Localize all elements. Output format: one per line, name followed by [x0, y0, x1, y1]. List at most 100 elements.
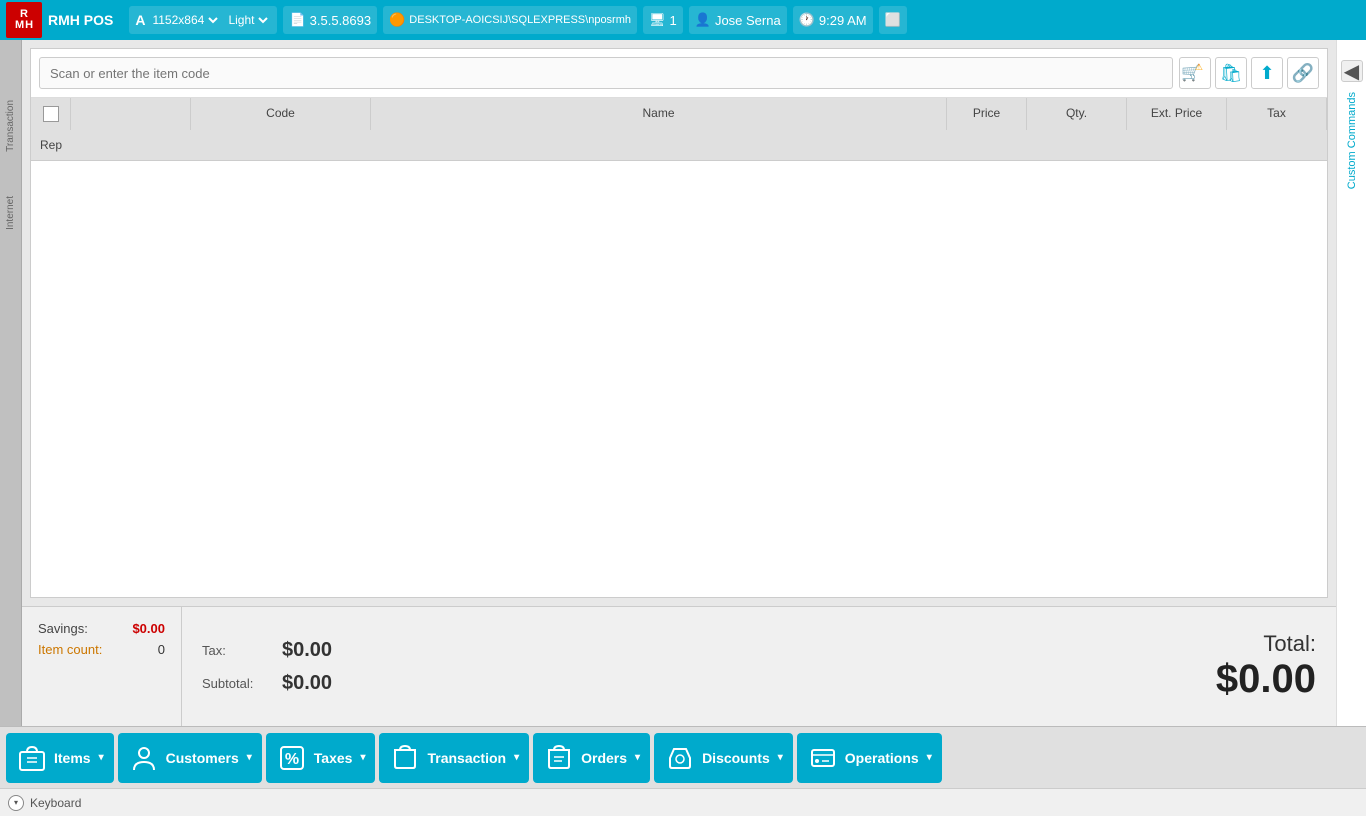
- resize-box[interactable]: ⬜: [879, 6, 907, 34]
- internet-tab-label[interactable]: Internet: [5, 196, 16, 230]
- items-button[interactable]: Items ▾: [6, 733, 114, 783]
- subtotal-label: Subtotal:: [202, 676, 272, 691]
- customers-label: Customers: [166, 750, 239, 766]
- taxes-icon: %: [276, 742, 308, 774]
- time-label: 9:29 AM: [819, 13, 867, 28]
- th-price: Price: [947, 98, 1027, 130]
- th-checkbox-col: [31, 98, 71, 130]
- summary-bar: Savings: $0.00 Item count: 0 Tax: $0.00 …: [22, 606, 1336, 726]
- taxes-button[interactable]: % Taxes ▾: [266, 733, 376, 783]
- select-all-checkbox[interactable]: [43, 106, 59, 122]
- operations-button[interactable]: Operations ▾: [797, 733, 942, 783]
- user-name: Jose Serna: [715, 13, 781, 28]
- left-arrow-icon: ◀: [1344, 59, 1359, 84]
- customers-button[interactable]: Customers ▾: [118, 733, 262, 783]
- monitor-box: 🖥 1: [643, 6, 683, 34]
- taxes-label: Taxes: [314, 750, 353, 766]
- th-name: Name: [371, 98, 947, 130]
- left-sidebar: Transaction Internet: [0, 40, 22, 726]
- user-icon: 👤: [695, 12, 711, 28]
- tax-value: $0.00: [282, 639, 332, 662]
- resolution-select[interactable]: 1152x8641280x7681366x768: [148, 12, 221, 28]
- savings-label: Savings:: [38, 621, 88, 636]
- transaction-area: 🛒 ⚠ 🛍 ⬆ 🔗: [30, 48, 1328, 598]
- cart-alert-button[interactable]: 🛒 ⚠: [1179, 57, 1211, 89]
- subtotal-value: $0.00: [282, 672, 332, 695]
- version-label: 3.5.5.8693: [310, 13, 371, 28]
- th-rep: Rep: [31, 130, 71, 160]
- item-code-input[interactable]: [39, 57, 1173, 89]
- totals-section: Tax: $0.00 Subtotal: $0.00 Total: $0.00: [182, 607, 1336, 726]
- app-logo: R MH: [6, 2, 42, 38]
- transaction-icon: [389, 742, 421, 774]
- custom-commands-label[interactable]: Custom Commands: [1346, 92, 1358, 189]
- total-value: $0.00: [1216, 657, 1316, 702]
- collapse-right-button[interactable]: ◀: [1341, 60, 1363, 82]
- orders-arrow: ▾: [635, 752, 640, 763]
- font-icon: A: [135, 12, 145, 28]
- topbar: R MH RMH POS A 1152x8641280x7681366x768 …: [0, 0, 1366, 40]
- th-qty: Qty.: [1027, 98, 1127, 130]
- resize-icon: ⬜: [885, 12, 901, 28]
- keyboard-toggle[interactable]: ▾: [8, 795, 24, 811]
- theme-select[interactable]: LightDark: [224, 12, 271, 28]
- monitor-count: 1: [670, 13, 677, 28]
- items-icon: [16, 742, 48, 774]
- main-layout: Transaction Internet 🛒 ⚠ 🛍 ⬆: [0, 40, 1366, 726]
- items-label: Items: [54, 750, 91, 766]
- table-body: [31, 161, 1327, 461]
- orders-button[interactable]: Orders ▾: [533, 733, 650, 783]
- svg-text:%: %: [285, 751, 299, 768]
- bottom-nav: Items ▾ Customers ▾ % Taxes ▾: [0, 726, 1366, 788]
- transaction-button[interactable]: Transaction ▾: [379, 733, 529, 783]
- monitor-icon: 🖥: [649, 12, 666, 28]
- version-icon: 📄: [289, 12, 305, 28]
- operations-arrow: ▾: [927, 752, 932, 763]
- discounts-button[interactable]: Discounts ▾: [654, 733, 793, 783]
- item-count-value: 0: [158, 642, 165, 657]
- item-count-row: Item count: 0: [38, 642, 165, 657]
- db-box: 🟠 DESKTOP-AOICSIJ\SQLEXPRESS\nposrmh: [383, 6, 637, 34]
- toolbar-icons: 🛒 ⚠ 🛍 ⬆ 🔗: [1179, 57, 1319, 89]
- search-bar: 🛒 ⚠ 🛍 ⬆ 🔗: [31, 49, 1327, 98]
- db-icon: 🟠: [389, 12, 405, 28]
- link-button[interactable]: 🔗: [1287, 57, 1319, 89]
- customers-arrow: ▾: [247, 752, 252, 763]
- upload-button[interactable]: ⬆: [1251, 57, 1283, 89]
- version-box: 📄 3.5.5.8693: [283, 6, 377, 34]
- discounts-icon: [664, 742, 696, 774]
- user-box: 👤 Jose Serna: [689, 6, 787, 34]
- transaction-tab-label[interactable]: Transaction: [5, 100, 16, 152]
- transaction-arrow: ▾: [514, 752, 519, 763]
- items-table: Code Name Price Qty. Ext. Price Tax Rep: [31, 98, 1327, 597]
- keyboard-bar: ▾ Keyboard: [0, 788, 1366, 816]
- subtotal-row: Subtotal: $0.00: [202, 672, 1096, 695]
- orders-icon: [543, 742, 575, 774]
- th-ext-price: Ext. Price: [1127, 98, 1227, 130]
- operations-label: Operations: [845, 750, 919, 766]
- orders-label: Orders: [581, 750, 627, 766]
- keyboard-label: Keyboard: [30, 796, 81, 810]
- discounts-arrow: ▾: [778, 752, 783, 763]
- item-count-label: Item count:: [38, 642, 102, 657]
- items-arrow: ▾: [99, 752, 104, 763]
- savings-row: Savings: $0.00: [38, 621, 165, 636]
- discounts-label: Discounts: [702, 750, 770, 766]
- taxes-arrow: ▾: [360, 752, 365, 763]
- tax-label: Tax:: [202, 643, 272, 658]
- table-header: Code Name Price Qty. Ext. Price Tax Rep: [31, 98, 1327, 161]
- clock-icon: 🕐: [799, 12, 815, 28]
- app-title: RMH POS: [48, 12, 113, 28]
- main-content: 🛒 ⚠ 🛍 ⬆ 🔗: [22, 40, 1336, 726]
- savings-value: $0.00: [132, 621, 165, 636]
- transaction-label: Transaction: [427, 750, 506, 766]
- operations-icon: [807, 742, 839, 774]
- logo-mh: MH: [15, 20, 33, 31]
- th-tax: Tax: [1227, 98, 1327, 130]
- total-label: Total:: [1263, 631, 1316, 657]
- font-selector[interactable]: A 1152x8641280x7681366x768 LightDark: [129, 6, 277, 34]
- savings-section: Savings: $0.00 Item count: 0: [22, 607, 182, 726]
- th-col2: [71, 98, 191, 130]
- th-code: Code: [191, 98, 371, 130]
- bag-button[interactable]: 🛍: [1215, 57, 1247, 89]
